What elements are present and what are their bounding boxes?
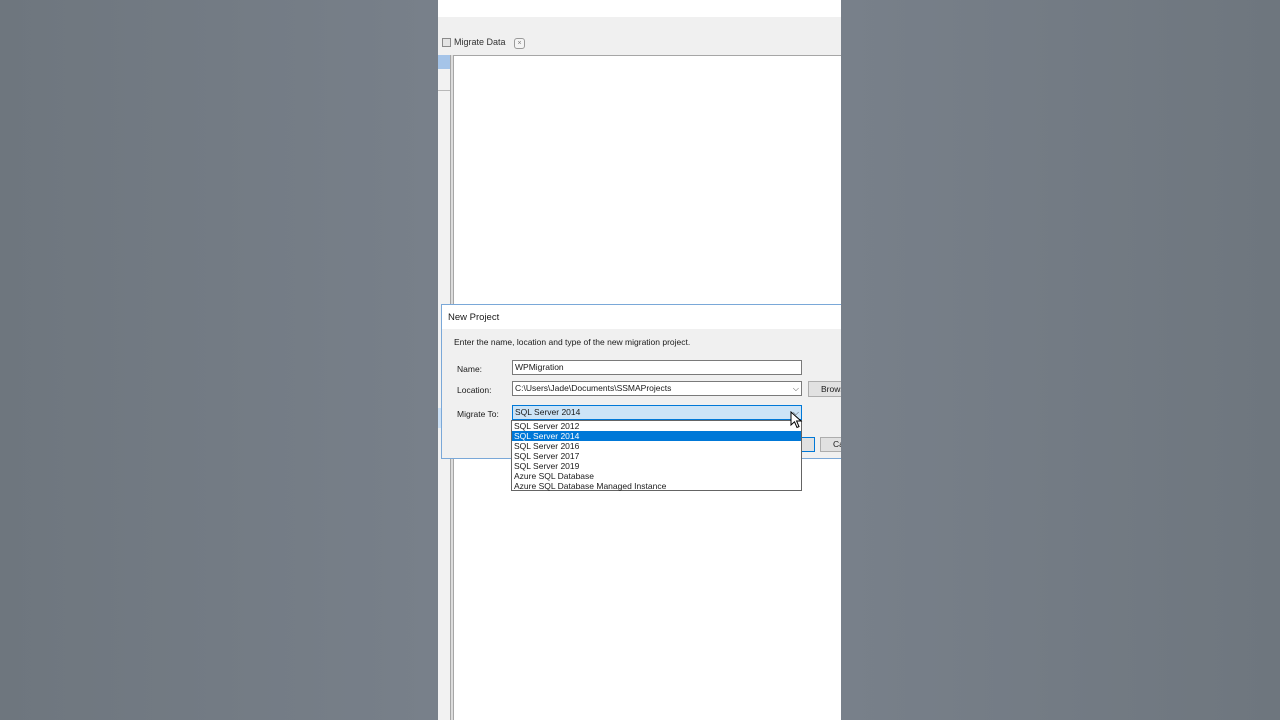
browse-button[interactable]: Brows xyxy=(808,381,841,397)
tab-strip: Migrate Data × xyxy=(438,34,841,54)
location-chevron-down-icon[interactable]: ⌵ xyxy=(793,382,799,395)
tab-migrate-data-label: Migrate Data xyxy=(454,37,506,47)
name-field[interactable]: WPMigration xyxy=(512,360,802,375)
dropdown-option-azure-sql-managed-instance[interactable]: Azure SQL Database Managed Instance xyxy=(512,481,801,491)
mouse-pointer-icon xyxy=(790,411,803,429)
dropdown-option-sql-server-2014[interactable]: SQL Server 2014 xyxy=(512,431,801,441)
object-explorer-divider xyxy=(438,90,450,91)
location-label: Location: xyxy=(457,385,492,395)
name-field-value: WPMigration xyxy=(515,362,564,372)
migrate-to-value: SQL Server 2014 xyxy=(515,407,581,417)
dropdown-option-sql-server-2017[interactable]: SQL Server 2017 xyxy=(512,451,801,461)
window-top-area xyxy=(438,0,841,17)
object-explorer-header xyxy=(438,55,450,69)
dropdown-option-azure-sql-database[interactable]: Azure SQL Database xyxy=(512,471,801,481)
migrate-to-combobox[interactable]: SQL Server 2014 ⌵ xyxy=(512,405,802,420)
tab-close-icon[interactable]: × xyxy=(514,38,525,49)
dialog-titlebar: New Project xyxy=(442,305,841,329)
background-left xyxy=(0,0,438,720)
location-value: C:\Users\Jade\Documents\SSMAProjects xyxy=(515,383,672,393)
dropdown-option-sql-server-2012[interactable]: SQL Server 2012 xyxy=(512,421,801,431)
dialog-title: New Project xyxy=(448,312,500,323)
background-right xyxy=(841,0,1280,720)
name-label: Name: xyxy=(457,364,483,374)
migrate-data-tab-icon xyxy=(442,37,451,47)
dropdown-option-sql-server-2019[interactable]: SQL Server 2019 xyxy=(512,461,801,471)
location-combobox[interactable]: C:\Users\Jade\Documents\SSMAProjects ⌵ xyxy=(512,381,802,396)
tab-migrate-data[interactable]: Migrate Data xyxy=(442,37,506,47)
dialog-description: Enter the name, location and type of the… xyxy=(454,337,691,347)
dropdown-option-sql-server-2016[interactable]: SQL Server 2016 xyxy=(512,441,801,451)
migrate-to-dropdown-list: SQL Server 2012 SQL Server 2014 SQL Serv… xyxy=(511,420,802,491)
migrate-to-label: Migrate To: xyxy=(457,409,499,419)
cancel-button[interactable]: Ca xyxy=(820,437,841,452)
